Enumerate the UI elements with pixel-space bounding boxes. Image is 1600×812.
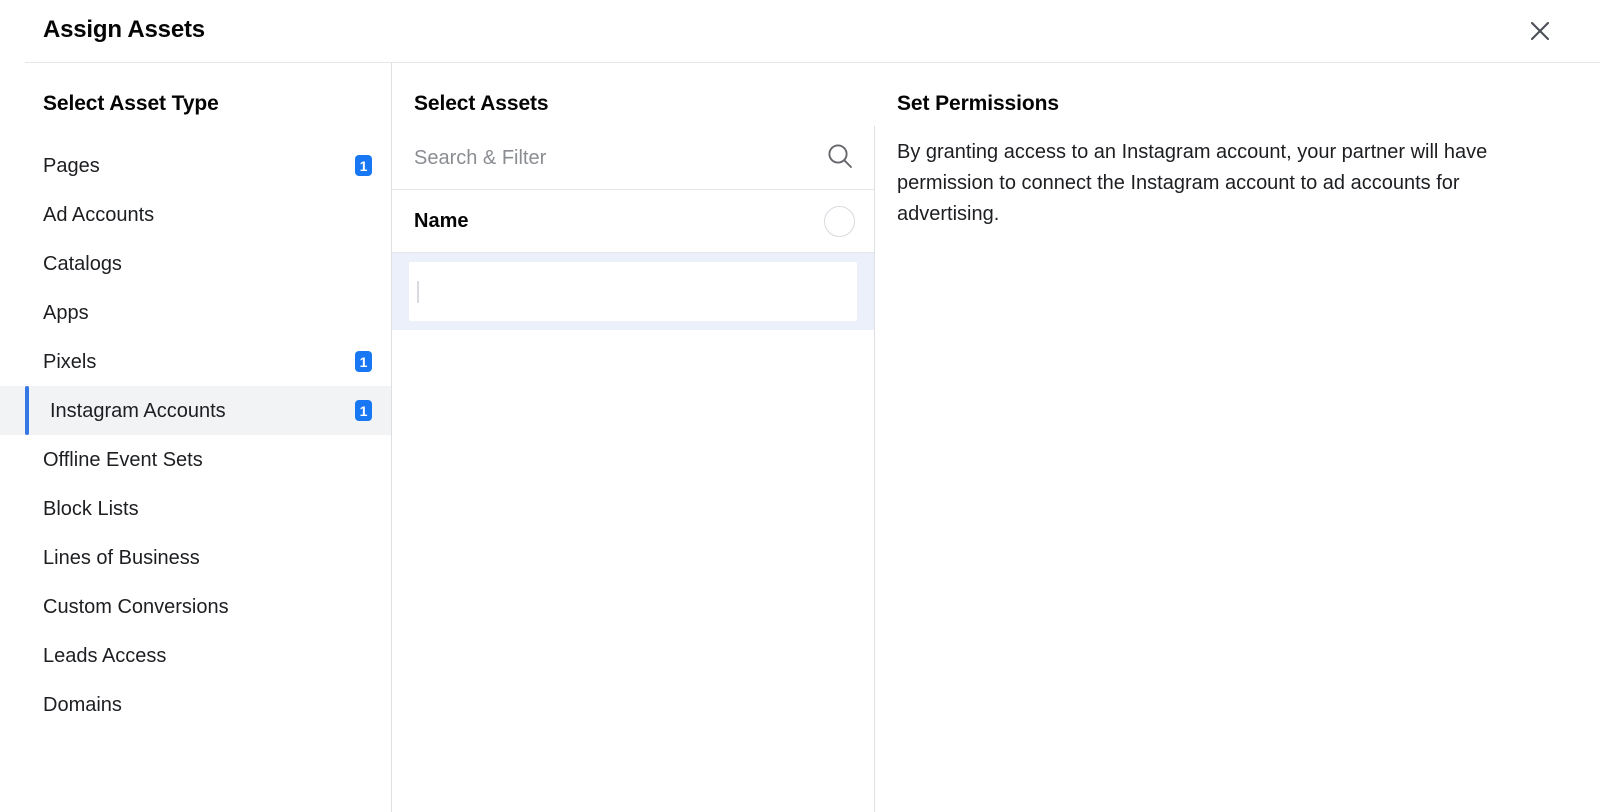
sidebar-item-label: Ad Accounts bbox=[43, 205, 154, 225]
sidebar-item-pages[interactable]: Pages 1 bbox=[0, 141, 391, 190]
select-assets-heading: Select Assets bbox=[414, 92, 549, 116]
sidebar-item-label: Catalogs bbox=[43, 254, 122, 274]
search-icon[interactable] bbox=[825, 141, 855, 176]
sidebar-item-apps[interactable]: Apps bbox=[0, 288, 391, 337]
set-permissions-panel: Set Permissions By granting access to an… bbox=[875, 63, 1600, 812]
assets-table-header: Name bbox=[392, 190, 874, 252]
sidebar-item-domains[interactable]: Domains bbox=[0, 680, 391, 729]
column-header-name: Name bbox=[414, 210, 468, 233]
asset-type-list: Pages 1 Ad Accounts Catalogs Apps Pixels… bbox=[0, 141, 391, 729]
permissions-heading: Set Permissions bbox=[897, 92, 1059, 116]
dialog-header: Assign Assets bbox=[0, 0, 1600, 62]
sidebar-item-ad-accounts[interactable]: Ad Accounts bbox=[0, 190, 391, 239]
sidebar-item-label: Lines of Business bbox=[43, 548, 200, 568]
asset-name-field[interactable] bbox=[409, 262, 857, 321]
count-badge: 1 bbox=[355, 351, 372, 372]
sidebar-item-label: Instagram Accounts bbox=[50, 401, 226, 421]
sidebar-item-lines-of-business[interactable]: Lines of Business bbox=[0, 533, 391, 582]
sidebar-item-label: Domains bbox=[43, 695, 122, 715]
table-row[interactable] bbox=[392, 253, 874, 330]
sidebar-item-pixels[interactable]: Pixels 1 bbox=[0, 337, 391, 386]
page-title: Assign Assets bbox=[43, 16, 205, 44]
select-assets-panel: Select Assets Name bbox=[392, 63, 874, 812]
permissions-description: By granting access to an Instagram accou… bbox=[897, 137, 1537, 230]
search-input[interactable] bbox=[414, 147, 817, 170]
select-all-radio[interactable] bbox=[824, 206, 855, 237]
sidebar-item-label: Pages bbox=[43, 156, 100, 176]
sidebar-item-instagram-accounts[interactable]: Instagram Accounts 1 bbox=[0, 386, 391, 435]
sidebar-item-catalogs[interactable]: Catalogs bbox=[0, 239, 391, 288]
count-badge: 1 bbox=[355, 400, 372, 421]
sidebar-item-label: Offline Event Sets bbox=[43, 450, 203, 470]
search-filter-row[interactable] bbox=[392, 128, 874, 189]
sidebar-item-label: Leads Access bbox=[43, 646, 166, 666]
sidebar-item-offline-event-sets[interactable]: Offline Event Sets bbox=[0, 435, 391, 484]
assign-assets-dialog: Assign Assets Select Asset Type Pages 1 … bbox=[0, 0, 1600, 812]
sidebar-item-label: Custom Conversions bbox=[43, 597, 229, 617]
close-button[interactable] bbox=[1522, 13, 1558, 49]
sidebar-item-block-lists[interactable]: Block Lists bbox=[0, 484, 391, 533]
sidebar-item-label: Block Lists bbox=[43, 499, 139, 519]
asset-type-heading: Select Asset Type bbox=[43, 92, 219, 116]
sidebar-item-leads-access[interactable]: Leads Access bbox=[0, 631, 391, 680]
sidebar-item-label: Apps bbox=[43, 303, 89, 323]
asset-type-panel: Select Asset Type Pages 1 Ad Accounts Ca… bbox=[0, 63, 391, 812]
close-icon bbox=[1528, 19, 1552, 43]
text-caret bbox=[417, 281, 419, 303]
count-badge: 1 bbox=[355, 155, 372, 176]
sidebar-item-custom-conversions[interactable]: Custom Conversions bbox=[0, 582, 391, 631]
sidebar-item-label: Pixels bbox=[43, 352, 96, 372]
